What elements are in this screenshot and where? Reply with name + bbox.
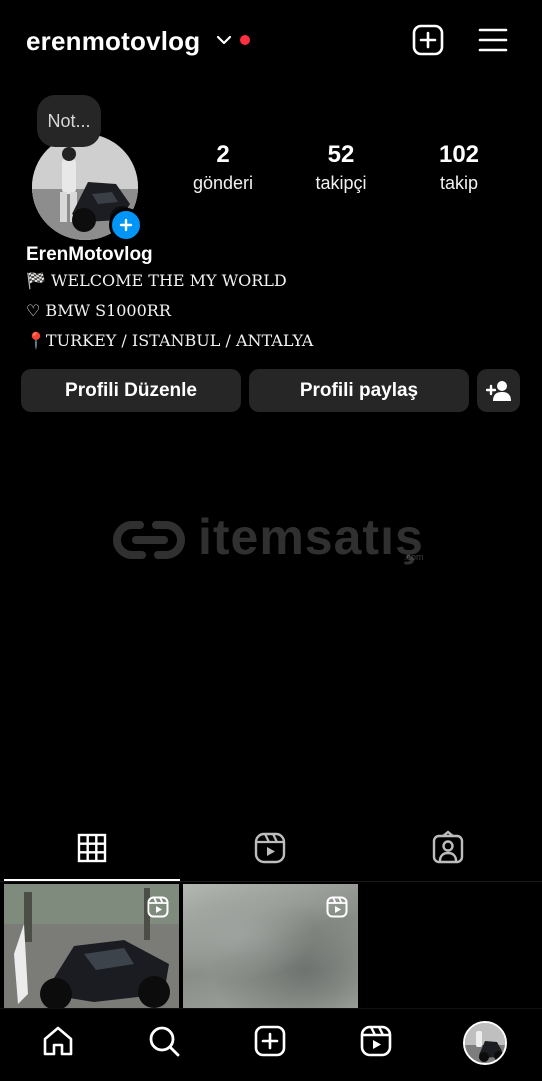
post-thumbnail-2[interactable] bbox=[183, 884, 358, 1008]
username-switcher[interactable]: erenmotovlog bbox=[26, 22, 200, 60]
following-label: takip bbox=[439, 173, 479, 193]
posts-label: gönderi bbox=[192, 173, 254, 193]
menu-icon[interactable] bbox=[476, 23, 510, 57]
followers-count: 52 bbox=[327, 141, 355, 168]
watermark-logo-icon bbox=[113, 521, 185, 559]
share-profile-button[interactable]: Profili paylaş bbox=[249, 369, 469, 412]
post-thumbnail-1[interactable] bbox=[4, 884, 179, 1008]
watermark-sub: .com bbox=[404, 552, 424, 562]
followers-stat[interactable]: 52 takipçi bbox=[281, 140, 401, 196]
profile-nav-avatar[interactable] bbox=[463, 1021, 507, 1065]
reel-badge-icon bbox=[326, 896, 348, 918]
search-icon[interactable] bbox=[147, 1024, 181, 1058]
followers-label: takipçi bbox=[315, 173, 367, 193]
posts-count: 2 bbox=[216, 141, 230, 168]
display-name: ErenMotovlog bbox=[26, 244, 153, 265]
reels-tab-icon[interactable] bbox=[252, 830, 288, 866]
watermark-text: itemsatış bbox=[198, 509, 424, 565]
add-person-icon bbox=[485, 380, 511, 401]
reel-badge-icon bbox=[147, 896, 169, 918]
edit-profile-button[interactable]: Profili Düzenle bbox=[21, 369, 241, 412]
tagged-tab-icon[interactable] bbox=[430, 830, 466, 866]
plus-icon bbox=[119, 218, 133, 232]
posts-stat[interactable]: 2 gönderi bbox=[163, 140, 283, 196]
reels-icon[interactable] bbox=[359, 1024, 393, 1058]
following-stat[interactable]: 102 takip bbox=[399, 140, 519, 196]
tab-divider bbox=[0, 881, 542, 882]
chevron-down-icon[interactable] bbox=[214, 30, 234, 50]
bio-line-3: 📍TURKEY / ISTANBUL / ANTALYA bbox=[26, 331, 314, 350]
create-icon[interactable] bbox=[253, 1024, 287, 1058]
discover-people-button[interactable] bbox=[477, 369, 520, 412]
grid-tab-icon[interactable] bbox=[74, 830, 110, 866]
add-story-button[interactable] bbox=[109, 208, 143, 242]
create-post-icon[interactable] bbox=[411, 23, 445, 57]
note-bubble[interactable]: Not... bbox=[37, 95, 101, 147]
bio-line-2: ♡ BMW S1000RR bbox=[26, 301, 171, 320]
bio-line-1: 🏁 WELCOME THE MY WORLD bbox=[26, 271, 287, 290]
notification-dot bbox=[240, 35, 250, 45]
following-count: 102 bbox=[438, 141, 480, 168]
home-icon[interactable] bbox=[41, 1024, 75, 1058]
nav-avatar-photo bbox=[465, 1023, 505, 1063]
